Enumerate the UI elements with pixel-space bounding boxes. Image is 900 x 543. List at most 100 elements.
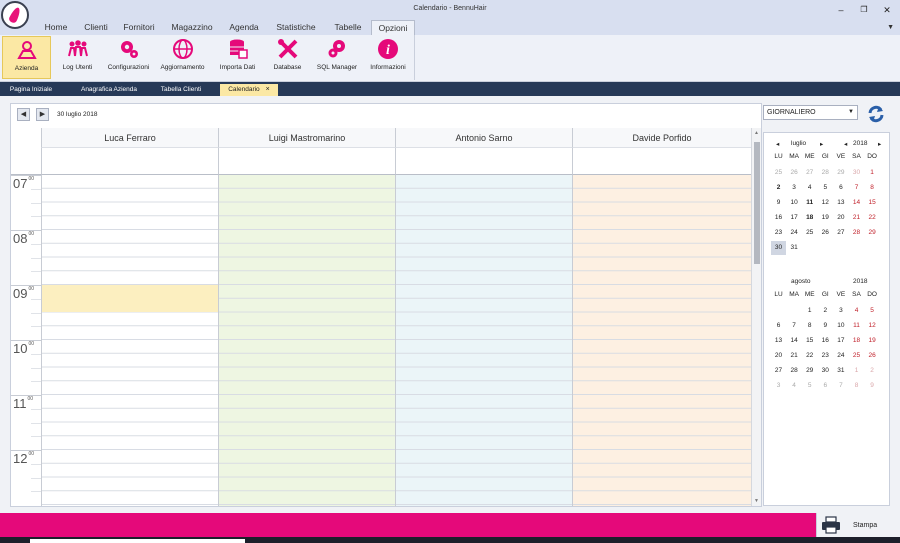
next-day-button[interactable]: ▶ [36,108,49,121]
calendar-day[interactable]: 31 [787,241,802,255]
calendar-day[interactable]: 19 [865,334,880,348]
calendar-day[interactable]: 9 [818,319,833,333]
calendar-day[interactable]: 13 [833,196,848,210]
ribbon-button-log-utenti[interactable]: Log Utenti [53,36,102,79]
calendar-day[interactable]: 9 [865,379,880,393]
calendar-day[interactable]: 3 [833,304,848,318]
calendar-day[interactable]: 14 [787,334,802,348]
calendar-day[interactable]: 25 [802,226,817,240]
calendar-day[interactable]: 5 [818,181,833,195]
calendar-day[interactable]: 6 [771,319,786,333]
tab-tabella-clienti[interactable]: Tabella Clienti [150,84,212,96]
next-month-icon[interactable]: ▸ [820,140,823,148]
calendar-day[interactable]: 25 [771,166,786,180]
calendar-day[interactable]: 4 [787,379,802,393]
calendar-day[interactable]: 3 [787,181,802,195]
all-day-cell[interactable] [395,148,572,175]
calendar-day[interactable]: 7 [787,319,802,333]
calendar-day[interactable]: 17 [787,211,802,225]
next-year-icon[interactable]: ▸ [878,140,881,148]
refresh-icon[interactable] [866,104,886,124]
staff-column[interactable] [41,175,218,506]
prev-day-button[interactable]: ◀ [17,108,30,121]
staff-column[interactable] [395,175,572,506]
calendar-day[interactable]: 23 [818,349,833,363]
all-day-cell[interactable] [218,148,395,175]
ribbon-button-azienda[interactable]: Azienda [2,36,51,79]
calendar-day[interactable]: 26 [865,349,880,363]
taskbar-search[interactable] [30,539,245,543]
all-day-cell[interactable] [572,148,751,175]
vertical-scrollbar[interactable]: ▲ ▼ [751,128,761,506]
menu-statistiche[interactable]: Statistiche [268,20,324,35]
menu-clienti[interactable]: Clienti [78,20,114,35]
tab-pagina-iniziale[interactable]: Pagina Iniziale [4,84,58,96]
calendar-day[interactable]: 11 [849,319,864,333]
calendar-day[interactable]: 22 [865,211,880,225]
calendar-day[interactable]: 8 [849,379,864,393]
calendar-day[interactable]: 10 [833,319,848,333]
calendar-day[interactable]: 6 [833,181,848,195]
calendar-day[interactable]: 30 [771,241,786,255]
calendar-day[interactable]: 1 [802,304,817,318]
chevron-down-icon[interactable]: ▼ [887,24,894,31]
calendar-day[interactable]: 14 [849,196,864,210]
minimize-icon[interactable]: – [834,3,848,17]
calendar-day[interactable]: 27 [771,364,786,378]
tab-anagrafica-azienda[interactable]: Anagrafica Azienda [70,84,148,96]
ribbon-button-database[interactable]: Database [265,36,310,79]
restore-icon[interactable]: ❐ [857,3,871,17]
calendar-day[interactable]: 10 [787,196,802,210]
scroll-up-icon[interactable]: ▲ [754,130,759,136]
selected-time-slot[interactable] [42,285,218,312]
calendar-day[interactable]: 2 [818,304,833,318]
calendar-day[interactable]: 5 [802,379,817,393]
calendar-day[interactable]: 4 [802,181,817,195]
calendar-day[interactable]: 27 [833,226,848,240]
calendar-day[interactable]: 30 [849,166,864,180]
staff-column[interactable] [572,175,751,506]
menu-opzioni[interactable]: Opzioni [371,20,415,35]
prev-year-icon[interactable]: ◂ [844,140,847,148]
calendar-day[interactable]: 8 [802,319,817,333]
calendar-day[interactable]: 12 [818,196,833,210]
calendar-day[interactable]: 28 [849,226,864,240]
calendar-day[interactable]: 15 [865,196,880,210]
prev-month-icon[interactable]: ◂ [776,140,779,148]
calendar-day[interactable]: 17 [833,334,848,348]
calendar-day[interactable]: 2 [771,181,786,195]
menu-agenda[interactable]: Agenda [224,20,264,35]
calendar-day[interactable]: 28 [818,166,833,180]
calendar-day[interactable]: 16 [818,334,833,348]
calendar-day[interactable]: 22 [802,349,817,363]
menu-home[interactable]: Home [38,20,74,35]
app-logo[interactable] [1,1,29,29]
ribbon-button-configurazioni[interactable]: Configurazioni [104,36,153,79]
calendar-day[interactable]: 31 [833,364,848,378]
ribbon-button-aggiornamento[interactable]: Aggiornamento [155,36,210,79]
calendar-day[interactable]: 1 [849,364,864,378]
ribbon-button-importa-dati[interactable]: Importa Dati [212,36,263,79]
calendar-day[interactable]: 13 [771,334,786,348]
calendar-day[interactable]: 24 [787,226,802,240]
calendar-day[interactable]: 2 [865,364,880,378]
calendar-day[interactable]: 15 [802,334,817,348]
calendar-day[interactable]: 20 [833,211,848,225]
tab-calendario[interactable]: Calendario × [220,84,278,96]
calendar-day[interactable]: 29 [865,226,880,240]
calendar-day[interactable]: 7 [833,379,848,393]
calendar-day[interactable]: 20 [771,349,786,363]
calendar-day[interactable]: 30 [818,364,833,378]
menu-tabelle[interactable]: Tabelle [329,20,367,35]
close-icon[interactable]: × [266,86,270,93]
calendar-day[interactable]: 23 [771,226,786,240]
calendar-day[interactable]: 18 [849,334,864,348]
calendar-day[interactable]: 26 [787,166,802,180]
calendar-day[interactable]: 28 [787,364,802,378]
all-day-cell[interactable] [41,148,218,175]
view-select[interactable]: GIORNALIERO ▼ [763,105,858,120]
staff-column[interactable] [218,175,395,506]
menu-magazzino[interactable]: Magazzino [164,20,220,35]
calendar-day[interactable]: 18 [802,211,817,225]
calendar-day[interactable]: 19 [818,211,833,225]
